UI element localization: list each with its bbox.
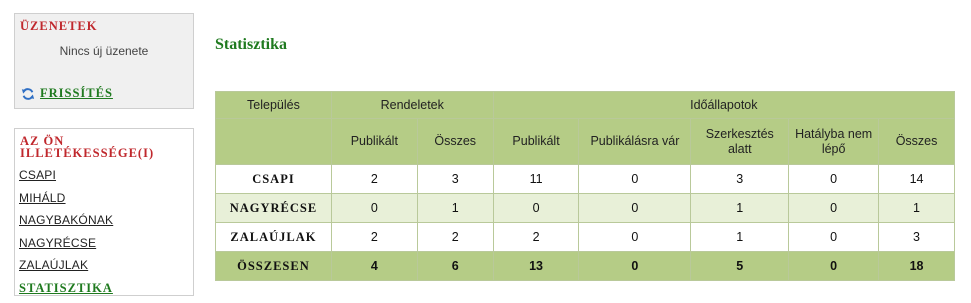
header-decrees-published: Publikált (330, 118, 418, 165)
total-cell: 13 (492, 251, 580, 281)
messages-title: ÜZENETEK (20, 19, 98, 33)
table-row: CSAPI 2 3 11 0 3 0 14 (215, 164, 955, 194)
table-cell: 2 (416, 222, 494, 252)
list-item: STATISZTIKA (19, 281, 193, 303)
total-label: ÖSSZESEN (215, 251, 332, 281)
table-cell: 0 (330, 193, 418, 223)
table-cell: 3 (416, 164, 494, 194)
total-cell: 4 (330, 251, 418, 281)
header-place-empty (215, 118, 332, 165)
table-row: NAGYRÉCSE 0 1 0 0 1 0 1 (215, 193, 955, 223)
list-item: NAGYRÉCSE (19, 236, 193, 259)
sidebar-item-nagyrecse[interactable]: NAGYRÉCSE (19, 236, 96, 250)
total-cell: 0 (788, 251, 880, 281)
refresh-icon[interactable] (21, 87, 35, 101)
jurisdiction-panel: AZ ÖN ILLETÉKESSÉGE(I) CSAPI MIHÁLD NAGY… (14, 128, 194, 296)
table-cell: 1 (690, 222, 790, 252)
table-cell: 0 (788, 222, 880, 252)
header-place: Település (215, 91, 332, 119)
refresh-control[interactable]: FRISSÍTÉS (21, 86, 113, 101)
jurisdiction-title: AZ ÖN ILLETÉKESSÉGE(I) (20, 134, 155, 160)
table-cell: 1 (416, 193, 494, 223)
list-item: MIHÁLD (19, 191, 193, 214)
sidebar-item-zalaujlak[interactable]: ZALAÚJLAK (19, 258, 88, 272)
header-timestates: Időállapotok (492, 91, 956, 119)
table-cell: 1 (878, 193, 955, 223)
table-cell: 1 (690, 193, 790, 223)
sidebar-item-csapi[interactable]: CSAPI (19, 168, 56, 182)
jurisdiction-list: CSAPI MIHÁLD NAGYBAKÓNAK NAGYRÉCSE ZALAÚ… (19, 168, 193, 303)
header-decrees-total: Összes (416, 118, 494, 165)
table-cell: 14 (878, 164, 955, 194)
row-place: NAGYRÉCSE (215, 193, 332, 223)
total-cell: 5 (690, 251, 790, 281)
table-cell: 3 (878, 222, 955, 252)
total-cell: 6 (416, 251, 494, 281)
total-cell: 0 (578, 251, 692, 281)
table-cell: 0 (578, 193, 692, 223)
statistics-table: Település Rendeletek Időállapotok Publik… (215, 91, 956, 281)
total-cell: 18 (878, 251, 955, 281)
table-cell: 0 (788, 193, 880, 223)
table-cell: 0 (788, 164, 880, 194)
header-timestates-pending: Publikálásra vár (578, 118, 692, 165)
sidebar-item-mihald[interactable]: MIHÁLD (19, 191, 66, 205)
table-cell: 2 (330, 164, 418, 194)
no-messages-text: Nincs új üzenete (59, 44, 149, 58)
table-cell: 2 (492, 222, 580, 252)
row-place: ZALAÚJLAK (215, 222, 332, 252)
page-title: Statisztika (215, 36, 287, 53)
header-timestates-not-effective: Hatályba nem lépő (788, 118, 880, 165)
table-cell: 0 (492, 193, 580, 223)
table-cell: 11 (492, 164, 580, 194)
total-row: ÖSSZESEN 4 6 13 0 5 0 18 (215, 251, 955, 281)
header-timestates-published: Publikált (492, 118, 580, 165)
messages-panel: ÜZENETEK Nincs új üzenete FRISSÍTÉS (14, 13, 194, 109)
header-timestates-total: Összes (878, 118, 955, 165)
table-cell: 0 (578, 164, 692, 194)
sidebar-item-nagybakonak[interactable]: NAGYBAKÓNAK (19, 213, 113, 227)
table-cell: 0 (578, 222, 692, 252)
sidebar-item-statisztika[interactable]: STATISZTIKA (19, 281, 113, 295)
refresh-link[interactable]: FRISSÍTÉS (40, 86, 113, 101)
table-cell: 3 (690, 164, 790, 194)
header-decrees: Rendeletek (330, 91, 494, 119)
table-row: ZALAÚJLAK 2 2 2 0 1 0 3 (215, 222, 955, 252)
row-place: CSAPI (215, 164, 332, 194)
list-item: ZALAÚJLAK (19, 258, 193, 281)
list-item: CSAPI (19, 168, 193, 191)
list-item: NAGYBAKÓNAK (19, 213, 193, 236)
table-cell: 2 (330, 222, 418, 252)
header-timestates-editing: Szerkesztés alatt (690, 118, 790, 165)
